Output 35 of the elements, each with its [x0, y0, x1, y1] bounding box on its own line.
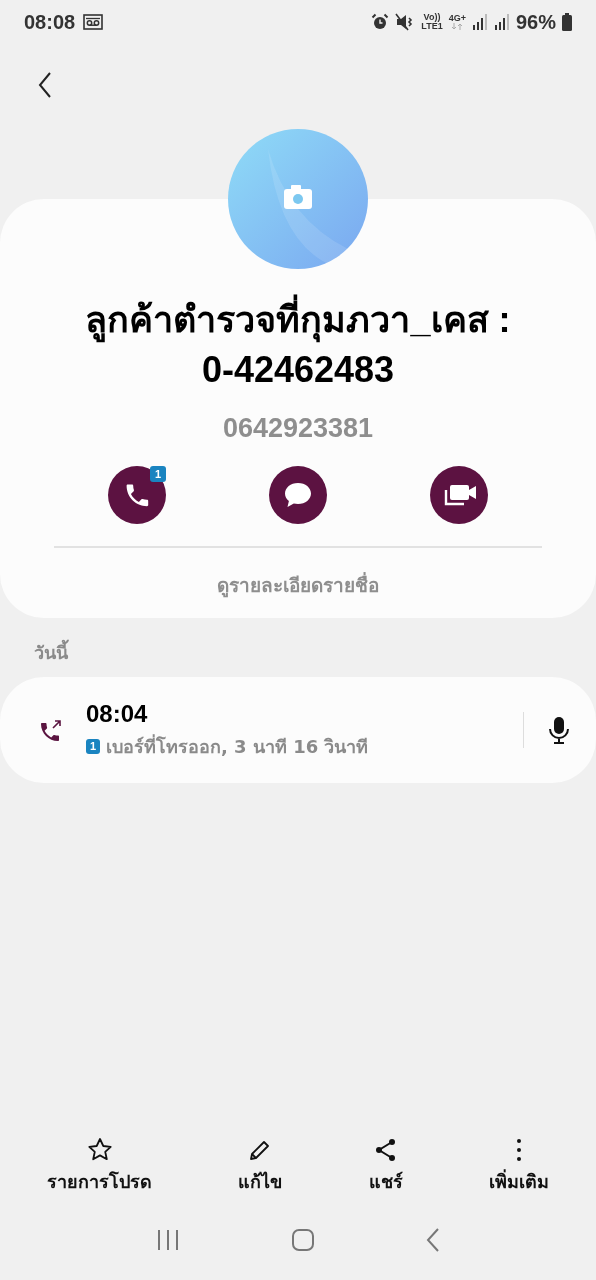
sim-badge: 1	[150, 466, 166, 482]
back-icon	[38, 72, 52, 98]
data-arrows-icon	[451, 23, 464, 30]
outgoing-call-icon	[38, 718, 62, 742]
call-time: 08:04	[86, 699, 149, 728]
call-log-item[interactable]: 08:04 1 เบอร์ที่โทรออก, 3 นาที 16 วินาที	[0, 677, 596, 783]
more-icon	[516, 1139, 521, 1161]
edit-button[interactable]: แก้ไข	[234, 1133, 287, 1200]
voicemail-icon	[83, 14, 104, 30]
star-icon	[86, 1137, 113, 1163]
microphone-icon	[548, 716, 570, 744]
home-icon[interactable]	[291, 1228, 315, 1252]
phone-number: 0642923381	[222, 413, 374, 444]
share-button[interactable]: แชร์	[364, 1133, 407, 1200]
call-details: เบอร์ที่โทรออก, 3 นาที 16 วินาที	[106, 733, 369, 759]
contact-name: ลูกค้าตำรวจที่กุมภวา_เคส : 0-42462483	[59, 291, 537, 399]
section-label: วันนี้	[0, 618, 596, 677]
back-icon[interactable]	[426, 1228, 441, 1252]
battery-icon	[562, 13, 572, 31]
alarm-icon	[371, 13, 390, 31]
video-call-button[interactable]	[430, 466, 488, 524]
sim-badge: 1	[86, 738, 100, 754]
network-label: 4G+	[448, 14, 466, 23]
battery-percent: 96%	[515, 10, 556, 34]
recent-apps-icon[interactable]	[155, 1229, 180, 1251]
call-button[interactable]: 1	[108, 466, 166, 524]
lte-label: LTE1	[421, 22, 443, 31]
signal-icon	[493, 14, 510, 30]
favorite-button[interactable]: รายการโปรด	[43, 1133, 157, 1200]
more-button[interactable]: เพิ่มเติม	[484, 1133, 553, 1200]
message-button[interactable]	[269, 466, 327, 524]
signal-icon	[471, 14, 488, 30]
status-time: 08:08	[24, 10, 76, 34]
volte-label: Vo))	[423, 13, 441, 22]
recording-button[interactable]	[548, 716, 570, 744]
